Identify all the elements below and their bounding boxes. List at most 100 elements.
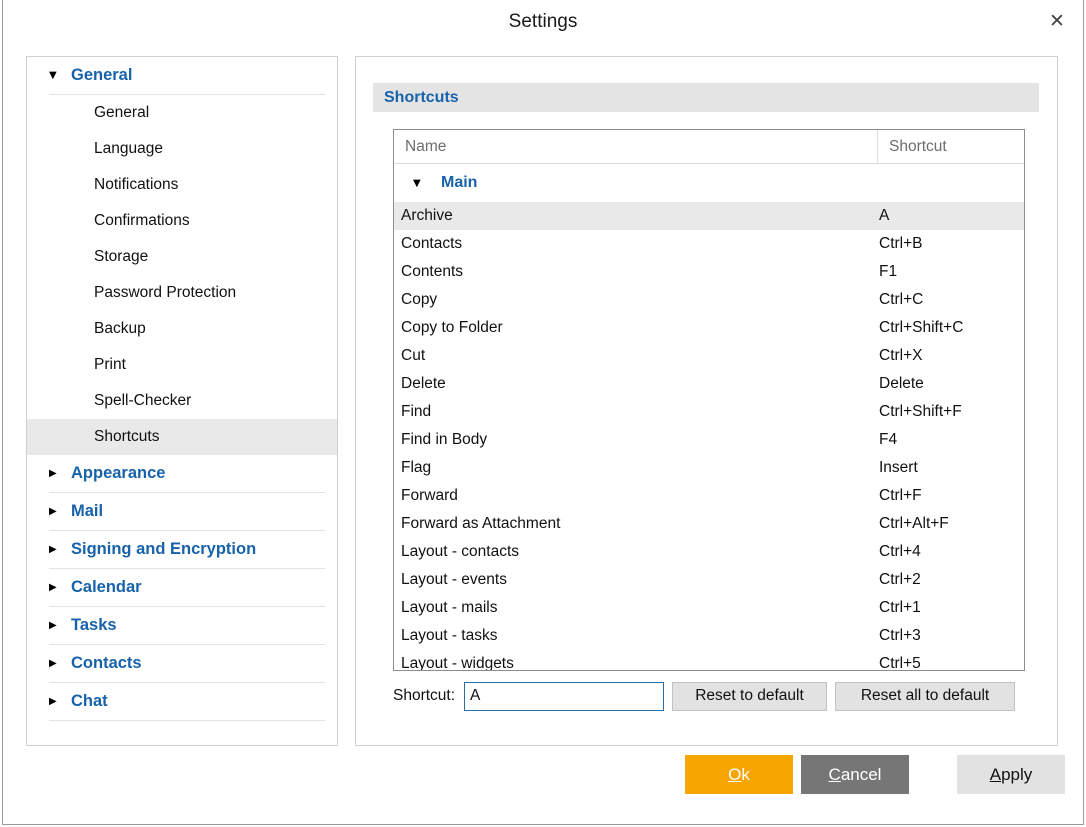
ok-mnemonic: O: [728, 764, 742, 784]
chevron-right-icon[interactable]: ▶: [49, 544, 71, 555]
panel-title: Shortcuts: [373, 83, 1039, 112]
chevron-right-icon[interactable]: ▶: [49, 582, 71, 593]
chevron-right-icon[interactable]: ▶: [49, 658, 71, 669]
cell-name: Delete: [401, 375, 446, 392]
divider: [49, 720, 325, 721]
sidebar-item-spell-checker[interactable]: Spell-Checker: [27, 383, 337, 419]
cell-name: Forward as Attachment: [401, 515, 561, 532]
sidebar-item-password-protection[interactable]: Password Protection: [27, 275, 337, 311]
table-row[interactable]: Forward Ctrl+F: [394, 482, 1024, 510]
reset-all-to-default-button[interactable]: Reset all to default: [835, 681, 1016, 711]
ok-button[interactable]: Ok: [685, 755, 793, 794]
sidebar-group-label: Signing and Encryption: [71, 540, 257, 558]
table-row[interactable]: Layout - mails Ctrl+1: [394, 594, 1024, 622]
sidebar-item-print[interactable]: Print: [27, 347, 337, 383]
cell-name: Archive: [401, 207, 453, 224]
cell-name: Layout - mails: [401, 599, 498, 616]
shortcuts-table[interactable]: Name Shortcut ▼ Main Archive A Contacts Ctrl+…: [393, 129, 1025, 671]
table-row[interactable]: Find in Body F4: [394, 426, 1024, 454]
table-row[interactable]: Forward as Attachment Ctrl+Alt+F: [394, 510, 1024, 538]
chevron-down-icon[interactable]: ▼: [49, 70, 71, 81]
cell-shortcut: Ctrl+C: [879, 291, 924, 308]
table-row[interactable]: Contacts Ctrl+B: [394, 230, 1024, 258]
cell-name: Copy: [401, 291, 438, 308]
table-group-row[interactable]: ▼ Main: [394, 164, 1024, 202]
cell-name: Contacts: [401, 235, 463, 252]
chevron-right-icon[interactable]: ▶: [49, 468, 71, 479]
cell-shortcut: Ctrl+5: [879, 655, 921, 671]
sidebar-group-mail[interactable]: ▶ Mail: [27, 493, 337, 531]
sidebar-group-general[interactable]: ▼ General: [27, 57, 337, 95]
sidebar-item-notifications[interactable]: Notifications: [27, 167, 337, 203]
divider: [49, 94, 325, 95]
cell-shortcut: F1: [879, 263, 898, 280]
cell-shortcut: Ctrl+Shift+C: [879, 319, 964, 336]
sidebar-group-label: Contacts: [71, 654, 142, 672]
sidebar-item-confirmations[interactable]: Confirmations: [27, 203, 337, 239]
cancel-label-rest: ancel: [840, 764, 882, 784]
sidebar-item-storage[interactable]: Storage: [27, 239, 337, 275]
sidebar-group-signing-and-encryption[interactable]: ▶ Signing and Encryption: [27, 531, 337, 569]
page-title: Settings: [508, 11, 578, 32]
settings-dialog: Settings ✕ ▼ General General Language Notifi…: [2, 0, 1084, 825]
sidebar-item-backup[interactable]: Backup: [27, 311, 337, 347]
sidebar-group-label: Tasks: [71, 616, 117, 634]
cell-shortcut: Insert: [879, 459, 918, 476]
cell-shortcut: Ctrl+4: [879, 543, 921, 560]
close-icon[interactable]: ✕: [1039, 4, 1075, 38]
reset-to-default-button[interactable]: Reset to default: [672, 681, 828, 711]
sidebar-item-shortcuts[interactable]: Shortcuts: [27, 419, 337, 455]
chevron-down-icon[interactable]: ▼: [413, 178, 441, 189]
table-row[interactable]: Find Ctrl+Shift+F: [394, 398, 1024, 426]
column-header-shortcut[interactable]: Shortcut: [878, 130, 1024, 163]
dialog-footer: Ok Cancel Apply: [3, 746, 1083, 824]
cell-name: Layout - contacts: [401, 543, 520, 560]
cell-shortcut: Ctrl+1: [879, 599, 921, 616]
table-row[interactable]: Layout - events Ctrl+2: [394, 566, 1024, 594]
table-row[interactable]: Contents F1: [394, 258, 1024, 286]
chevron-right-icon[interactable]: ▶: [49, 620, 71, 631]
settings-sidebar[interactable]: ▼ General General Language Notifications Conf…: [26, 56, 338, 746]
cell-shortcut: Delete: [879, 375, 924, 392]
cell-shortcut: Ctrl+2: [879, 571, 921, 588]
table-row[interactable]: Cut Ctrl+X: [394, 342, 1024, 370]
table-row[interactable]: Copy to Folder Ctrl+Shift+C: [394, 314, 1024, 342]
cell-name: Cut: [401, 347, 426, 364]
table-row[interactable]: Layout - tasks Ctrl+3: [394, 622, 1024, 650]
table-row[interactable]: Archive A: [394, 202, 1024, 230]
sidebar-group-label: Calendar: [71, 578, 142, 596]
cell-name: Contents: [401, 263, 464, 280]
table-row[interactable]: Layout - widgets Ctrl+5: [394, 650, 1024, 671]
cell-shortcut: Ctrl+B: [879, 235, 923, 252]
column-header-name[interactable]: Name: [394, 130, 878, 163]
sidebar-group-contacts[interactable]: ▶ Contacts: [27, 645, 337, 683]
cell-name: Layout - widgets: [401, 655, 514, 671]
chevron-right-icon[interactable]: ▶: [49, 506, 71, 517]
table-row[interactable]: Flag Insert: [394, 454, 1024, 482]
sidebar-group-chat[interactable]: ▶ Chat: [27, 683, 337, 721]
sidebar-group-calendar[interactable]: ▶ Calendar: [27, 569, 337, 607]
ok-label-rest: k: [741, 764, 750, 784]
table-row[interactable]: Delete Delete: [394, 370, 1024, 398]
cell-name: Flag: [401, 459, 432, 476]
apply-label-rest: pply: [1001, 764, 1033, 784]
cell-shortcut: F4: [879, 431, 898, 448]
sidebar-item-language[interactable]: Language: [27, 131, 337, 167]
cell-shortcut: Ctrl+Shift+F: [879, 403, 962, 420]
shortcut-editor: Shortcut: Reset to default Reset all to …: [393, 681, 1029, 711]
cell-name: Find: [401, 403, 432, 420]
cell-shortcut: Ctrl+Alt+F: [879, 515, 949, 532]
sidebar-group-tasks[interactable]: ▶ Tasks: [27, 607, 337, 645]
cell-name: Forward: [401, 487, 458, 504]
apply-mnemonic: A: [989, 764, 1002, 784]
table-row[interactable]: Copy Ctrl+C: [394, 286, 1024, 314]
sidebar-item-general[interactable]: General: [27, 95, 337, 131]
table-row[interactable]: Layout - contacts Ctrl+4: [394, 538, 1024, 566]
sidebar-group-appearance[interactable]: ▶ Appearance: [27, 455, 337, 493]
sidebar-group-label: Appearance: [71, 464, 166, 482]
shortcut-input[interactable]: [464, 681, 665, 711]
shortcut-label: Shortcut:: [393, 687, 456, 704]
cancel-button[interactable]: Cancel: [801, 755, 909, 794]
chevron-right-icon[interactable]: ▶: [49, 696, 71, 707]
apply-button[interactable]: Apply: [957, 755, 1065, 794]
